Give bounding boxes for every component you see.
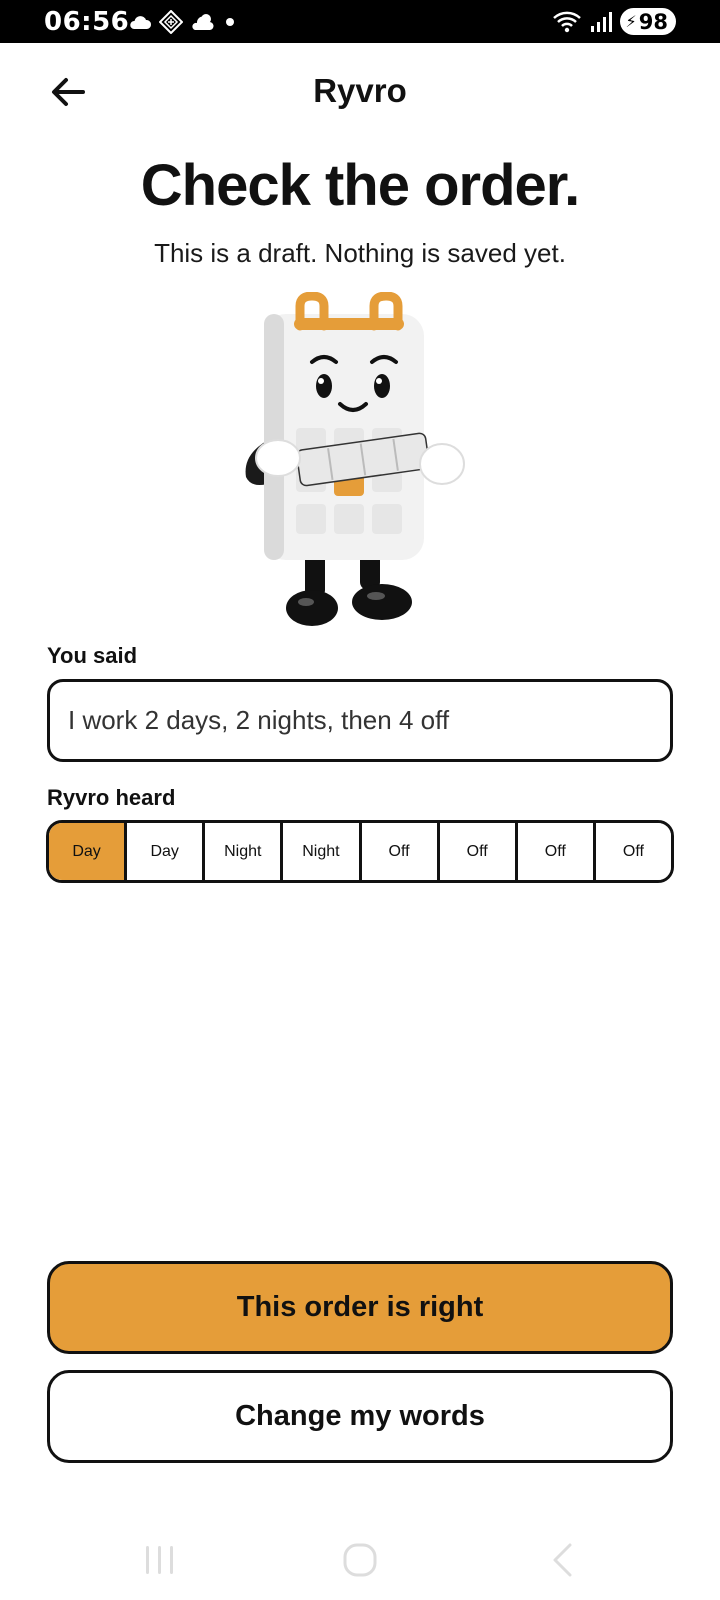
confirm-order-button[interactable]: This order is right [47,1261,673,1354]
ryvro-heard-label: Ryvro heard [47,785,176,810]
shift-cell[interactable]: Off [595,823,671,880]
app-title: Ryvro [313,72,407,109]
status-time: 06:56 [44,7,130,37]
back-nav-button[interactable] [532,1535,592,1585]
weather-cloud-icon [192,14,214,30]
status-icons-left [128,10,237,34]
shift-cell[interactable]: Day [49,823,128,880]
home-button[interactable] [330,1535,390,1585]
back-nav-icon [553,1543,572,1577]
home-icon [343,1543,377,1577]
shift-sequence-strip: Day Day Night Night Off Off Off Off [46,820,674,883]
shift-cell[interactable]: Off [439,823,518,880]
shift-cell[interactable]: Off [361,823,440,880]
charging-bolt-icon: ⚡ [625,12,637,31]
change-words-button[interactable]: Change my words [47,1370,673,1463]
shift-cell[interactable]: Day [127,823,206,880]
recent-apps-button[interactable] [130,1535,190,1585]
shift-cell[interactable]: Off [517,823,596,880]
vpn-diamond-icon [159,10,183,34]
recent-apps-icon [146,1546,173,1574]
status-icons-right: ⚡ 98 [552,8,676,35]
shift-cell[interactable]: Night [205,823,284,880]
wifi-icon [552,11,581,32]
status-bar: 06:56 ⚡ 98 [0,0,720,43]
you-said-label: You said [47,643,138,668]
calendar-mascot-illustration [245,292,465,626]
battery-icon: ⚡ 98 [619,8,676,35]
page-subheading: This is a draft. Nothing is saved yet. [154,238,566,268]
shift-cell[interactable]: Night [283,823,362,880]
you-said-field[interactable]: I work 2 days, 2 nights, then 4 off [47,679,673,762]
battery-level: 98 [638,9,668,34]
dot-icon [226,18,234,26]
system-nav-bar [0,1535,720,1590]
signal-icon [590,11,612,32]
cloud-icon [130,16,152,29]
page-heading: Check the order. [140,153,580,218]
